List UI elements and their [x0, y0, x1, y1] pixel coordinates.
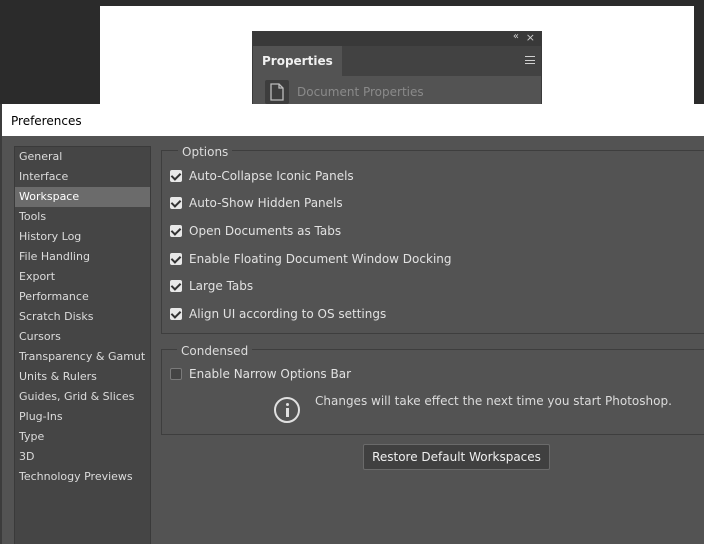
dialog-title: Preferences [11, 114, 82, 128]
option-label: Open Documents as Tabs [189, 224, 342, 238]
restore-default-workspaces-button[interactable]: Restore Default Workspaces [363, 444, 550, 470]
option-auto-show-hidden-panels[interactable]: Auto-Show Hidden Panels [170, 195, 343, 211]
sidebar-item-cursors[interactable]: Cursors [15, 327, 150, 347]
sidebar-item-history-log[interactable]: History Log [15, 227, 150, 247]
option-align-ui-os[interactable]: Align UI according to OS settings [170, 306, 386, 322]
tab-properties[interactable]: Properties [253, 46, 342, 76]
checkbox-auto-show[interactable] [170, 197, 182, 209]
option-label: Enable Narrow Options Bar [189, 367, 352, 381]
sidebar-item-units-rulers[interactable]: Units & Rulers [15, 367, 150, 387]
option-label: Large Tabs [189, 279, 254, 293]
sidebar-item-guides-grid-slices[interactable]: Guides, Grid & Slices [15, 387, 150, 407]
option-label: Enable Floating Document Window Docking [189, 252, 452, 266]
properties-panel: « × Properties Document Properties [252, 31, 542, 110]
condensed-group [161, 349, 704, 435]
document-icon [265, 80, 289, 104]
sidebar-item-type[interactable]: Type [15, 427, 150, 447]
sidebar-item-interface[interactable]: Interface [15, 167, 150, 187]
option-enable-floating-docking[interactable]: Enable Floating Document Window Docking [170, 251, 452, 267]
sidebar-item-general[interactable]: General [15, 147, 150, 167]
checkbox-align-ui[interactable] [170, 308, 182, 320]
checkbox-open-as-tabs[interactable] [170, 225, 182, 237]
info-icon [274, 397, 300, 423]
option-large-tabs[interactable]: Large Tabs [170, 278, 253, 294]
options-group-label: Options [178, 145, 233, 159]
restart-info-text: Changes will take effect the next time y… [315, 394, 672, 408]
preferences-dialog: Preferences General Interface Workspace … [0, 104, 704, 544]
option-label: Align UI according to OS settings [189, 307, 387, 321]
sidebar-item-file-handling[interactable]: File Handling [15, 247, 150, 267]
preferences-sidebar: General Interface Workspace Tools Histor… [14, 146, 151, 544]
sidebar-item-3d[interactable]: 3D [15, 447, 150, 467]
option-open-documents-as-tabs[interactable]: Open Documents as Tabs [170, 223, 341, 239]
panel-menu-icon[interactable] [525, 56, 535, 64]
screen: « × Properties Document Properties Prefe… [0, 0, 704, 544]
sidebar-item-transparency-gamut[interactable]: Transparency & Gamut [15, 347, 150, 367]
collapse-panel-icon[interactable]: « [513, 31, 519, 42]
sidebar-item-performance[interactable]: Performance [15, 287, 150, 307]
checkbox-large-tabs[interactable] [170, 280, 182, 292]
close-panel-icon[interactable]: × [526, 31, 535, 44]
option-auto-collapse-iconic-panels[interactable]: Auto-Collapse Iconic Panels [170, 168, 354, 184]
checkbox-floating-docking[interactable] [170, 253, 182, 265]
dialog-titlebar[interactable]: Preferences [2, 104, 704, 136]
document-properties-label: Document Properties [297, 85, 424, 99]
checkbox-auto-collapse[interactable] [170, 170, 182, 182]
option-label: Auto-Collapse Iconic Panels [189, 169, 354, 183]
properties-tab-row: Properties [253, 46, 541, 76]
checkbox-narrow-options-bar[interactable] [170, 368, 182, 380]
sidebar-item-export[interactable]: Export [15, 267, 150, 287]
sidebar-item-plug-ins[interactable]: Plug-Ins [15, 407, 150, 427]
sidebar-item-technology-previews[interactable]: Technology Previews [15, 467, 150, 487]
properties-panel-titlebar[interactable]: « × [253, 31, 541, 46]
option-enable-narrow-options-bar[interactable]: Enable Narrow Options Bar [170, 366, 351, 382]
sidebar-item-tools[interactable]: Tools [15, 207, 150, 227]
sidebar-item-workspace[interactable]: Workspace [15, 187, 150, 207]
option-label: Auto-Show Hidden Panels [189, 196, 343, 210]
sidebar-item-scratch-disks[interactable]: Scratch Disks [15, 307, 150, 327]
condensed-group-label: Condensed [177, 344, 253, 358]
